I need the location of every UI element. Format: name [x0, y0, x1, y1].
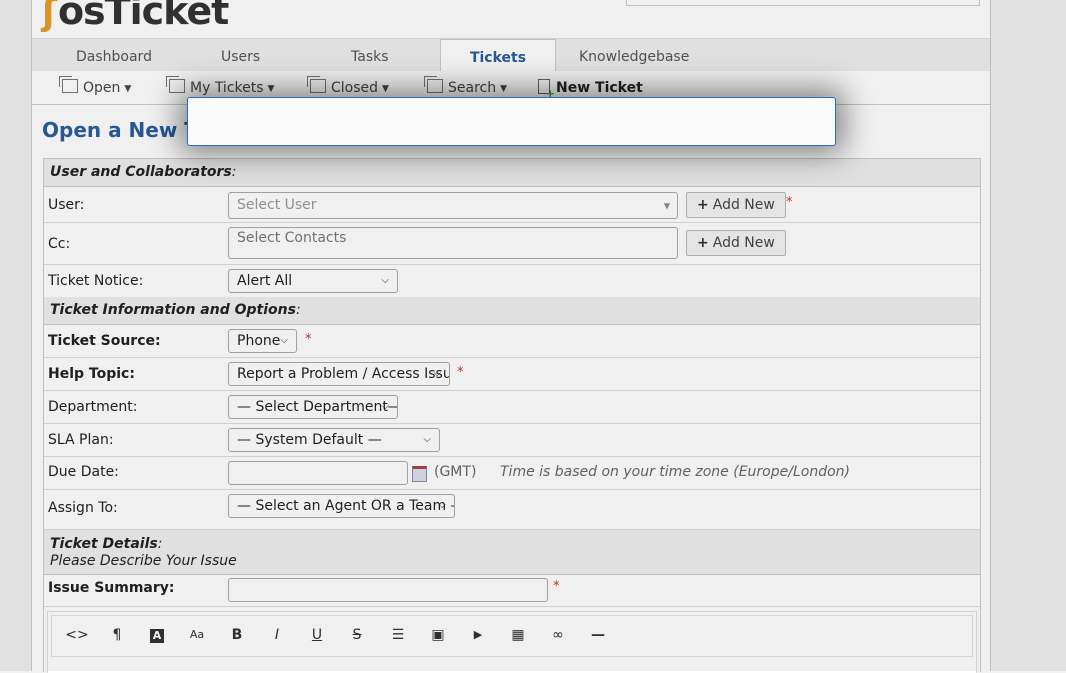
loading-dialog [187, 97, 836, 146]
